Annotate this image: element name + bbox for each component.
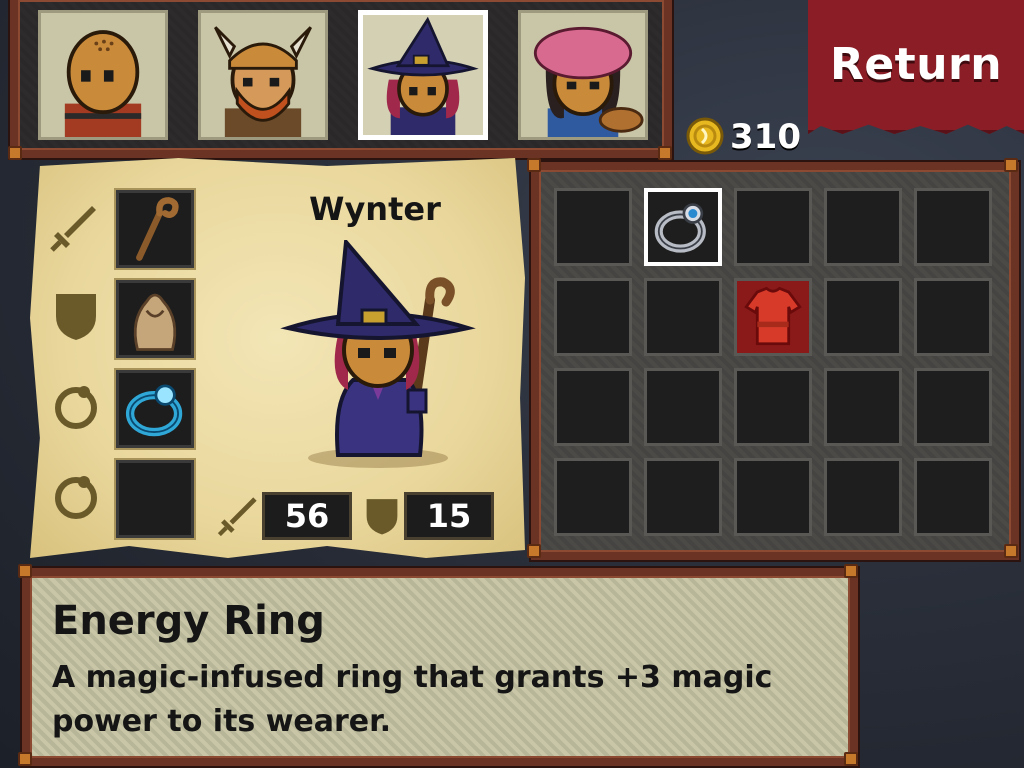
equip-slot-ring-2[interactable] — [114, 458, 196, 540]
inventory-slot[interactable] — [734, 188, 812, 266]
party-portrait-bar — [10, 0, 672, 158]
frame-nail — [8, 146, 22, 160]
inventory-slot[interactable] — [914, 368, 992, 446]
frame-nail — [18, 564, 32, 578]
gold-coin-icon — [686, 117, 724, 155]
item-description: A magic-infused ring that grants +3 magi… — [52, 660, 773, 739]
inventory-slot[interactable] — [554, 278, 632, 356]
portrait-witch-hero[interactable] — [358, 10, 488, 140]
equip-slot-weapon[interactable] — [114, 188, 196, 270]
inventory-slot[interactable] — [824, 188, 902, 266]
witch-hero-figure — [280, 240, 476, 468]
inventory-slot[interactable] — [644, 278, 722, 356]
inventory-slot-energy-ring[interactable] — [644, 188, 722, 266]
defense-stat: 15 — [404, 492, 494, 540]
attack-sword-icon — [217, 497, 257, 537]
frame-nail — [1004, 544, 1018, 558]
attack-stat: 56 — [262, 492, 352, 540]
sword-icon — [50, 206, 96, 252]
inventory-slot[interactable] — [734, 458, 812, 536]
gold-count: 310 — [730, 117, 801, 157]
frame-nail — [527, 544, 541, 558]
energy-ring-icon — [125, 384, 183, 437]
shield-icon — [56, 294, 96, 340]
portrait-bald-hero[interactable] — [38, 10, 168, 140]
equip-slot-armor[interactable] — [114, 278, 196, 360]
robe-icon — [133, 293, 177, 351]
frame-nail — [658, 146, 672, 160]
inventory-slot[interactable] — [914, 188, 992, 266]
item-description-panel: Energy Ring A magic-infused ring that gr… — [22, 568, 858, 766]
inventory-slot[interactable] — [644, 368, 722, 446]
silver-ring-icon — [654, 203, 706, 253]
red-tunic-icon — [744, 286, 802, 346]
defense-shield-icon — [366, 499, 398, 535]
return-button[interactable]: Return — [808, 0, 1024, 134]
inventory-slot[interactable] — [644, 458, 722, 536]
inventory-slot[interactable] — [734, 368, 812, 446]
inventory-slot[interactable] — [554, 458, 632, 536]
item-name: Energy Ring — [52, 598, 325, 644]
witch-hero-icon — [367, 16, 479, 135]
hero-name: Wynter — [309, 190, 441, 228]
inventory-panel — [531, 162, 1019, 560]
inventory-slot[interactable] — [824, 278, 902, 356]
bald-hero-icon — [64, 30, 142, 137]
hero-equipment-panel: Wynter 56 15 — [30, 158, 525, 558]
ring-icon — [55, 476, 97, 519]
portrait-viking-hero[interactable] — [198, 10, 328, 140]
inventory-slot[interactable] — [824, 368, 902, 446]
viking-hero-icon — [214, 26, 312, 137]
frame-nail — [527, 158, 541, 172]
frame-nail — [844, 564, 858, 578]
inventory-slot[interactable] — [914, 458, 992, 536]
ring-icon — [55, 386, 97, 429]
bard-hero-icon — [533, 26, 644, 137]
equip-slot-ring-1[interactable] — [114, 368, 196, 450]
inventory-slot[interactable] — [914, 278, 992, 356]
staff-icon — [136, 197, 179, 261]
frame-nail — [1004, 158, 1018, 172]
portrait-bard-hero[interactable] — [518, 10, 648, 140]
inventory-slot[interactable] — [554, 188, 632, 266]
frame-nail — [844, 752, 858, 766]
inventory-slot[interactable] — [554, 368, 632, 446]
inventory-slot-red-tunic[interactable] — [734, 278, 812, 356]
inventory-slot[interactable] — [824, 458, 902, 536]
frame-nail — [18, 752, 32, 766]
